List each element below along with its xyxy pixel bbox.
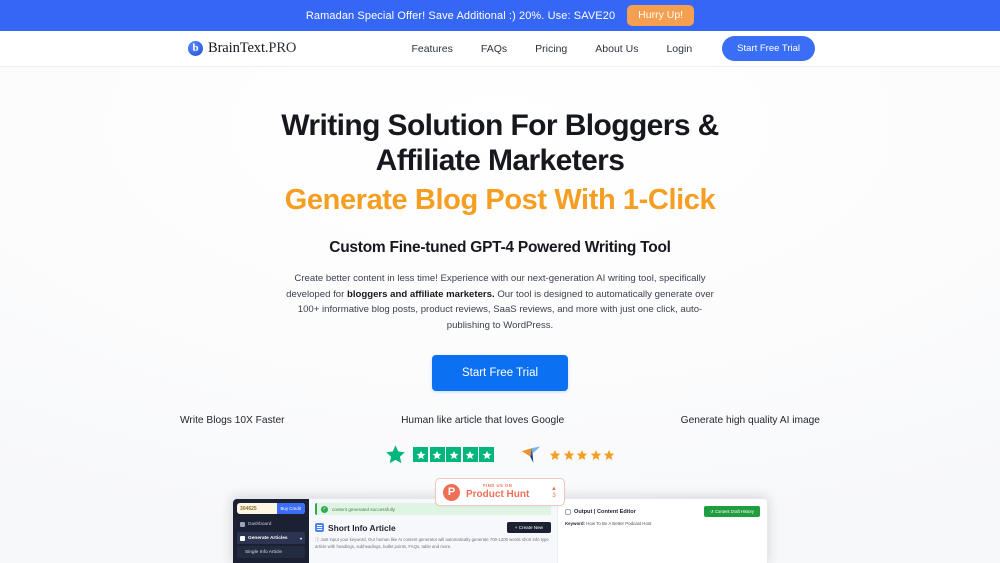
star-icon xyxy=(482,450,491,459)
app-main: ✓ content generated successfully Short I… xyxy=(309,499,767,563)
trustpilot-star-icon xyxy=(386,445,405,464)
star-icon xyxy=(590,449,601,460)
sidebar-item-generate-articles[interactable]: Generate Articles ▾ xyxy=(237,532,305,544)
star-icon xyxy=(465,450,475,459)
appsumo-stars xyxy=(549,449,615,461)
output-header: Output | Content Editor ↺ Content Draft … xyxy=(565,506,760,517)
feature-item-speed: Write Blogs 10X Faster xyxy=(180,415,285,426)
brand-suffix-text: .PRO xyxy=(264,40,297,56)
sidebar-item-single-info-article[interactable]: Single Info Article xyxy=(237,546,305,558)
upvote-arrow-icon: ▲ xyxy=(551,485,557,492)
brand-mark-icon: b xyxy=(188,41,203,56)
trustpilot-star-box xyxy=(429,447,445,462)
feature-item-ai-image: Generate high quality AI image xyxy=(680,415,820,426)
promo-text: Ramadan Special Offer! Save Additional :… xyxy=(305,9,616,22)
promo-banner: Ramadan Special Offer! Save Additional :… xyxy=(0,0,1000,31)
navbar: b BrainText.PRO Features FAQs Pricing Ab… xyxy=(0,31,1000,67)
app-screenshot-preview: 304625 Buy Credit Dashboard Generate Art… xyxy=(232,498,768,563)
output-title: Output | Content Editor xyxy=(574,508,636,515)
sidebar-item-label: Dashboard xyxy=(248,521,272,527)
product-hunt-eyebrow: FIND US ON xyxy=(483,482,513,488)
hurry-up-button[interactable]: Hurry Up! xyxy=(627,4,695,27)
page-title: Writing Solution For Bloggers & Affiliat… xyxy=(0,108,1000,219)
hero-desc-bold: bloggers and affiliate marketers. xyxy=(346,288,495,300)
hero-title-line1: Writing Solution For Bloggers & xyxy=(281,109,719,142)
success-alert-text: content generated successfully xyxy=(332,506,396,512)
nav-link-pricing[interactable]: Pricing xyxy=(535,43,567,55)
feature-item-human-like: Human like article that loves Google xyxy=(401,415,565,426)
sidebar-item-dashboard[interactable]: Dashboard xyxy=(237,518,305,530)
output-keyword: Keyword: How To Be A Better Podcast Host xyxy=(565,521,760,526)
product-hunt-vote-count: 3 xyxy=(552,492,556,499)
star-icon xyxy=(576,449,588,460)
brand-name: BrainText.PRO xyxy=(208,40,296,57)
sidebar-item-label: Generate Articles xyxy=(248,535,288,541)
trustpilot-star-box xyxy=(479,447,494,462)
sidebar-item-label: Single Info Article xyxy=(245,549,283,555)
trustpilot-star-box xyxy=(462,447,478,462)
dashboard-icon xyxy=(240,521,245,527)
appsumo-arrow-icon xyxy=(521,446,541,463)
ratings-row xyxy=(0,444,1000,465)
app-output-column: Output | Content Editor ↺ Content Draft … xyxy=(557,499,767,563)
nav-links: Features FAQs Pricing About Us Login Sta… xyxy=(411,36,815,61)
nav-link-faqs[interactable]: FAQs xyxy=(481,43,507,55)
chevron-down-icon: ▾ xyxy=(299,535,302,541)
nav-link-login[interactable]: Login xyxy=(666,43,692,55)
star-icon xyxy=(603,449,615,460)
credit-balance: 304625 xyxy=(240,505,257,512)
trustpilot-star-boxes xyxy=(413,447,494,462)
article-card-description: ⓘ Just input your keyword, Our human lik… xyxy=(315,537,549,549)
product-hunt-votes: ▲ 3 xyxy=(551,486,557,499)
trustpilot-star-box xyxy=(446,447,461,462)
trustpilot-star-box xyxy=(413,447,428,462)
app-content-column: ✓ content generated successfully Short I… xyxy=(309,499,557,563)
star-icon xyxy=(416,450,425,459)
output-keyword-label: Keyword: xyxy=(565,521,586,526)
hero-section: Writing Solution For Bloggers & Affiliat… xyxy=(0,67,1000,563)
star-icon xyxy=(432,450,442,459)
star-icon xyxy=(549,449,561,460)
hero-subtitle: Custom Fine-tuned GPT-4 Powered Writing … xyxy=(329,239,671,256)
star-icon xyxy=(449,450,458,459)
article-card-title: Short Info Article xyxy=(328,522,396,533)
document-icon xyxy=(315,523,324,532)
content-draft-history-button[interactable]: ↺ Content Draft History xyxy=(704,506,760,517)
hero-title-line2: Affiliate Marketers xyxy=(375,144,625,177)
app-sidebar: 304625 Buy Credit Dashboard Generate Art… xyxy=(233,499,309,563)
product-hunt-name: Product Hunt xyxy=(466,489,530,501)
brand-logo[interactable]: b BrainText.PRO xyxy=(188,40,296,57)
star-icon xyxy=(563,449,574,460)
appsumo-rating[interactable] xyxy=(520,445,615,465)
product-hunt-icon: P xyxy=(443,483,460,501)
feature-row: Write Blogs 10X Faster Human like articl… xyxy=(180,415,820,426)
brand-name-text: BrainText xyxy=(208,40,265,56)
hero-start-free-trial-button[interactable]: Start Free Trial xyxy=(431,355,569,391)
nav-start-free-trial-button[interactable]: Start Free Trial xyxy=(722,36,815,61)
nav-link-features[interactable]: Features xyxy=(411,43,452,55)
nav-link-about-us[interactable]: About Us xyxy=(595,43,638,55)
trustpilot-rating[interactable] xyxy=(385,444,494,465)
product-hunt-badge[interactable]: P FIND US ON Product Hunt ▲ 3 xyxy=(435,478,565,506)
product-hunt-texts: FIND US ON Product Hunt xyxy=(466,482,530,501)
hero-title-accent: Generate Blog Post With 1-Click xyxy=(284,184,716,216)
create-new-button[interactable]: + Create New xyxy=(506,522,551,533)
grid-icon xyxy=(240,535,245,541)
article-card-header: Short Info Article + Create New xyxy=(315,522,551,533)
check-icon: ✓ xyxy=(321,505,328,513)
editor-icon xyxy=(565,508,571,515)
output-keyword-value: How To Be A Better Podcast Host xyxy=(586,521,652,526)
hero-description: Create better content in less time! Expe… xyxy=(277,271,723,333)
